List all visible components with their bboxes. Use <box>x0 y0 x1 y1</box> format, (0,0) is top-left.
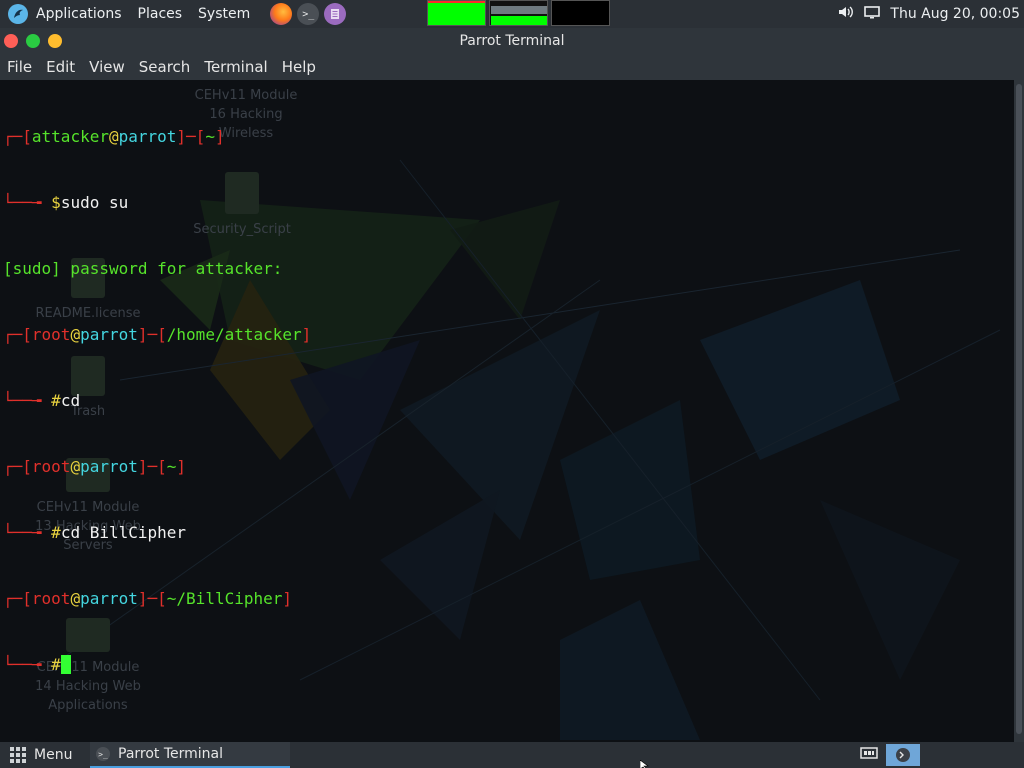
terminal-icon[interactable]: >_ <box>297 3 320 25</box>
menu-search[interactable]: Search <box>132 58 196 76</box>
prompt-line: ┌─[root@parrot]─[~/BillCipher] <box>3 589 293 608</box>
firefox-icon[interactable] <box>270 3 293 25</box>
parrot-logo-icon[interactable] <box>8 4 28 24</box>
bottom-panel: Menu >_ Parrot Terminal <box>0 742 1024 768</box>
scrollbar-thumb[interactable] <box>1016 84 1022 734</box>
system-tray: Thu Aug 20, 00:05 <box>838 0 1020 28</box>
menu-help[interactable]: Help <box>275 58 321 76</box>
workspace-3[interactable] <box>551 0 610 26</box>
applications-menu[interactable]: Applications <box>28 0 130 28</box>
menu-view[interactable]: View <box>82 58 130 76</box>
terminal-indicator-icon[interactable] <box>886 744 920 766</box>
bottom-tray <box>860 742 920 768</box>
terminal-menubar: File Edit View Search Terminal Help <box>0 54 1024 80</box>
system-menu[interactable]: System <box>190 0 258 28</box>
command-line: └──╼ $sudo su <box>3 193 129 212</box>
close-button[interactable] <box>4 34 18 48</box>
menu-terminal[interactable]: Terminal <box>197 58 272 76</box>
command-line: └──╼ #cd BillCipher <box>3 523 187 542</box>
mouse-pointer-icon <box>640 760 649 768</box>
prompt-line: ┌─[attacker@parrot]─[~] <box>3 127 225 146</box>
command-line: └──╼ # <box>3 654 311 676</box>
window-title: Parrot Terminal <box>459 33 565 49</box>
menu-file[interactable]: File <box>0 58 37 76</box>
terminal-output[interactable]: ┌─[attacker@parrot]─[~] └──╼ $sudo su [s… <box>3 82 311 720</box>
taskbar-item-label: Parrot Terminal <box>118 746 224 762</box>
network-icon[interactable] <box>860 745 878 765</box>
places-menu[interactable]: Places <box>130 0 191 28</box>
workspace-2[interactable] <box>489 0 548 26</box>
minimize-button[interactable] <box>26 34 40 48</box>
workspace-switcher[interactable] <box>427 0 610 28</box>
display-icon[interactable] <box>864 5 881 23</box>
menu-edit[interactable]: Edit <box>39 58 80 76</box>
command-line: └──╼ #cd <box>3 391 81 410</box>
menu-button[interactable]: Menu <box>0 747 90 763</box>
prompt-line: ┌─[root@parrot]─[/home/attacker] <box>3 325 312 344</box>
prompt-line: ┌─[root@parrot]─[~] <box>3 457 187 476</box>
output-line: [sudo] password for attacker: <box>3 259 283 278</box>
taskbar-item-parrot-terminal[interactable]: >_ Parrot Terminal <box>90 742 290 768</box>
terminal-area[interactable]: CEHv11 Module 16 Hacking Wireless Securi… <box>0 80 1014 742</box>
window-titlebar[interactable]: Parrot Terminal <box>0 28 1024 54</box>
workspace-1[interactable] <box>427 0 486 26</box>
terminal-scrollbar[interactable] <box>1014 80 1024 742</box>
clock[interactable]: Thu Aug 20, 00:05 <box>890 6 1020 22</box>
text-cursor <box>60 655 71 674</box>
terminal-icon: >_ <box>96 747 110 761</box>
maximize-button[interactable] <box>48 34 62 48</box>
grid-menu-icon <box>10 747 26 763</box>
volume-icon[interactable] <box>838 5 854 23</box>
top-panel: Applications Places System >_ Thu Aug 20… <box>0 0 1024 28</box>
text-editor-icon[interactable] <box>324 3 347 25</box>
menu-button-label: Menu <box>34 747 73 763</box>
